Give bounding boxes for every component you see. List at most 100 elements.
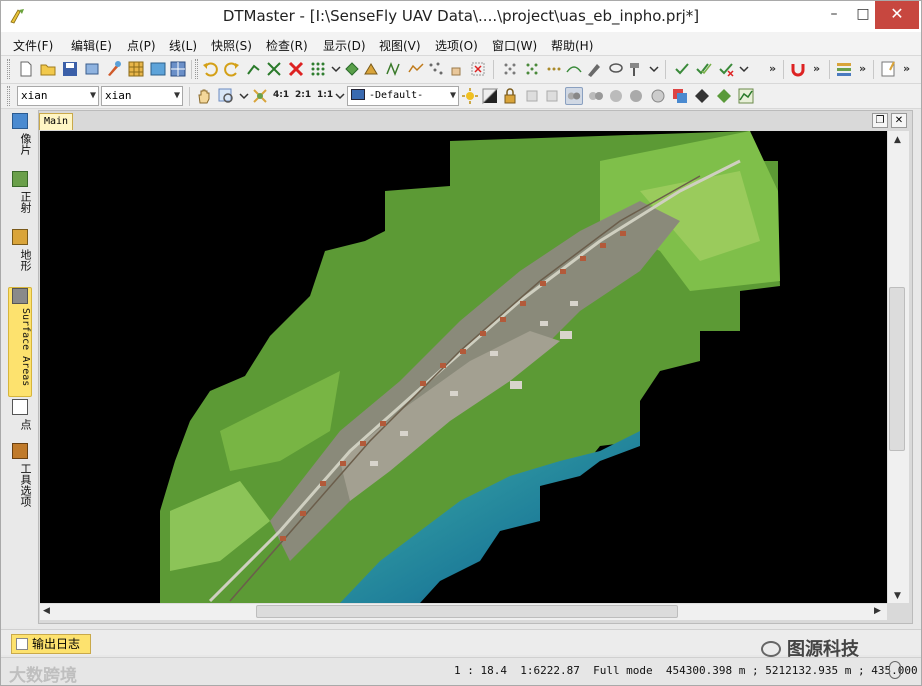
scale-2-1-button[interactable]: 2:1 — [295, 90, 311, 100]
shading-icon[interactable] — [693, 87, 711, 105]
toolbar-grip[interactable] — [195, 59, 198, 79]
close-doc-button[interactable]: ✕ — [891, 113, 907, 128]
point-grid-icon[interactable] — [309, 60, 327, 78]
profile-view-icon[interactable] — [737, 87, 755, 105]
sidebar-tab-points[interactable]: 点 — [9, 399, 33, 435]
restore-doc-button[interactable]: ❐ — [872, 113, 888, 128]
zoom-extents-icon[interactable] — [251, 87, 269, 105]
sidebar-tab-terrain[interactable]: 地形 — [9, 229, 33, 285]
chevron-down-icon[interactable] — [645, 60, 663, 78]
import-icon[interactable] — [83, 60, 101, 78]
texture-icon[interactable] — [715, 87, 733, 105]
stereo-view-icon[interactable] — [565, 87, 583, 105]
scatter-icon[interactable] — [427, 60, 445, 78]
contrast-icon[interactable] — [481, 87, 499, 105]
view-3d-icon[interactable] — [607, 87, 625, 105]
watermark-right-text: 图源科技 — [787, 639, 859, 660]
refresh-view-icon[interactable] — [149, 60, 167, 78]
scroll-right-icon[interactable]: ▶ — [874, 606, 881, 616]
toolbar-separator — [493, 60, 494, 79]
zoom-window-icon[interactable] — [217, 87, 235, 105]
menu-point[interactable]: 点(P) — [127, 37, 156, 54]
sidebar-tab-surface-areas[interactable]: Surface Areas — [8, 287, 32, 397]
menu-file[interactable]: 文件(F) — [13, 37, 53, 54]
move-forward-icon[interactable] — [543, 87, 561, 105]
profile-icon[interactable] — [407, 60, 425, 78]
filter-icon[interactable] — [343, 60, 361, 78]
menu-view[interactable]: 视图(V) — [379, 37, 421, 54]
tab-main[interactable]: Main — [39, 113, 73, 130]
menu-bar: 文件(F) 编辑(E) 点(P) 线(L) 快照(S) 检查(R) 显示(D) … — [1, 32, 921, 56]
anaglyph-icon[interactable] — [587, 87, 605, 105]
view-rotate-icon[interactable] — [627, 87, 645, 105]
toolbar-separator — [829, 60, 830, 79]
move-back-icon[interactable] — [523, 87, 541, 105]
remove-selection-icon[interactable] — [469, 60, 487, 78]
breakline-icon[interactable] — [385, 60, 403, 78]
points-view-icon[interactable] — [501, 60, 519, 78]
grid-icon[interactable] — [127, 60, 145, 78]
check-tool-icon[interactable] — [673, 60, 691, 78]
sidebar-tab-ortho[interactable]: 正射 — [9, 171, 33, 227]
chevron-down-icon[interactable] — [735, 60, 753, 78]
pen-tool-icon[interactable] — [585, 60, 603, 78]
orthophoto-mosaic[interactable] — [40, 131, 887, 603]
menu-edit[interactable]: 编辑(E) — [71, 37, 112, 54]
sidebar-tab-label: Surface Areas — [20, 308, 31, 387]
redo-icon[interactable] — [223, 60, 241, 78]
map-canvas[interactable] — [40, 131, 887, 603]
lasso-icon[interactable] — [607, 60, 625, 78]
points-filter-icon[interactable] — [523, 60, 541, 78]
multi-layer-icon[interactable] — [671, 87, 689, 105]
sidebar-tab-images[interactable]: 像片 — [9, 113, 33, 169]
menu-line[interactable]: 线(L) — [169, 37, 197, 54]
open-folder-icon[interactable] — [39, 60, 57, 78]
points-smooth-icon[interactable] — [565, 60, 583, 78]
undo-icon[interactable] — [201, 60, 219, 78]
hand-point-icon[interactable] — [447, 60, 465, 78]
scroll-left-icon[interactable]: ◀ — [43, 606, 50, 616]
points-thin-icon[interactable] — [545, 60, 563, 78]
toolbar-overflow[interactable]: » — [859, 62, 866, 75]
horizontal-scroll-thumb[interactable] — [256, 605, 678, 618]
raster-icon[interactable] — [169, 60, 187, 78]
display-mode-combo[interactable]: -Default- ▼ — [347, 86, 459, 106]
view-reset-icon[interactable] — [649, 87, 667, 105]
check-all-icon[interactable] — [695, 60, 713, 78]
lock-icon[interactable] — [501, 87, 519, 105]
delete-point-icon[interactable] — [265, 60, 283, 78]
toolbar-grip[interactable] — [7, 59, 10, 79]
scroll-up-icon[interactable]: ▲ — [894, 135, 901, 145]
classify-icon[interactable] — [363, 60, 381, 78]
pan-hand-icon[interactable] — [195, 87, 213, 105]
add-point-icon[interactable] — [245, 60, 263, 78]
project-combo-1[interactable]: xian ▼ — [17, 86, 99, 106]
menu-check[interactable]: 检查(R) — [266, 37, 308, 54]
vertical-scroll-thumb[interactable] — [889, 287, 905, 451]
close-button[interactable]: ✕ — [875, 1, 919, 29]
project-combo-2[interactable]: xian ▼ — [101, 86, 183, 106]
scroll-down-icon[interactable]: ▼ — [894, 591, 901, 601]
sun-light-icon[interactable] — [461, 87, 479, 105]
toolbar-overflow[interactable]: » — [903, 62, 910, 75]
menu-help[interactable]: 帮助(H) — [551, 37, 593, 54]
layers-icon[interactable] — [835, 60, 853, 78]
toolbar-grip[interactable] — [7, 86, 10, 106]
menu-display[interactable]: 显示(D) — [323, 37, 366, 54]
output-log-tab[interactable]: 输出日志 — [11, 634, 91, 654]
notes-icon[interactable] — [879, 60, 897, 78]
toolbar-overflow[interactable]: » — [813, 62, 820, 75]
toolbar-overflow[interactable]: » — [769, 62, 776, 75]
save-icon[interactable] — [61, 60, 79, 78]
menu-window[interactable]: 窗口(W) — [492, 37, 537, 54]
pick-tool-icon[interactable] — [105, 60, 123, 78]
magnet-icon[interactable] — [789, 60, 807, 78]
menu-options[interactable]: 选项(O) — [435, 37, 478, 54]
new-file-icon[interactable] — [17, 60, 35, 78]
menu-snapshot[interactable]: 快照(S) — [211, 37, 252, 54]
scale-4-1-button[interactable]: 4:1 — [273, 90, 289, 100]
delete-icon[interactable] — [287, 60, 305, 78]
paint-tool-icon[interactable] — [627, 60, 645, 78]
sidebar-tab-tool-options[interactable]: 工具选项 — [9, 443, 33, 519]
clear-check-icon[interactable] — [717, 60, 735, 78]
